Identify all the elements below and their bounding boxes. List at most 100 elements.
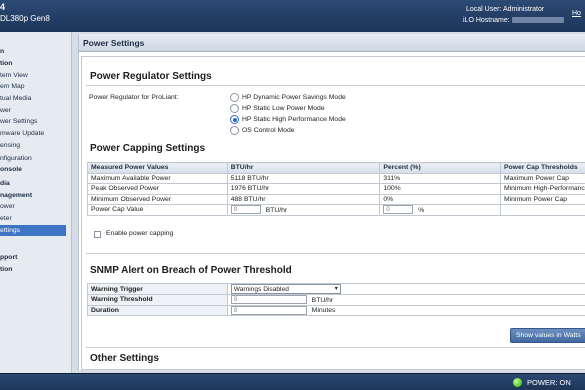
sidebar-item[interactable]: em Map: [0, 81, 66, 92]
other-section-title: Other Settings: [90, 353, 159, 364]
product-brand: 4: [0, 2, 6, 12]
regulator-option-label: OS Control Mode: [242, 127, 295, 134]
column-header: Percent (%): [379, 162, 501, 174]
regulator-option-label: HP Static Low Power Mode: [242, 105, 325, 112]
ilo-hostname-label: iLO Hostname:: [463, 17, 510, 24]
table-cell: Maximum Power Cap: [499, 172, 585, 184]
sidebar-item[interactable]: tual Media: [0, 93, 66, 104]
table-cell: Peak Observed Power: [87, 183, 228, 195]
divider: [86, 347, 585, 348]
power-status-icon: [513, 378, 522, 387]
main-panel: Power Settings Power Regulator Settings …: [78, 34, 585, 370]
table-cell: 5118 BTU/hr: [226, 172, 381, 184]
table-cell: 0 BTU/hr: [226, 204, 381, 216]
table-cell: [499, 204, 585, 216]
power-capping-table: Measured Power Values BTU/hr Percent (%)…: [87, 162, 585, 216]
sidebar-item[interactable]: mware Update: [0, 128, 66, 139]
table-cell: 100%: [379, 183, 501, 195]
regulator-radio[interactable]: [230, 126, 239, 135]
ilo-hostname-info: iLO Hostname:: [463, 17, 564, 24]
sidebar-item[interactable]: nfiguration: [0, 153, 66, 164]
sidebar-item[interactable]: ower: [0, 201, 66, 212]
table-row: Maximum Available Power 5118 BTU/hr 311% Ma…: [87, 172, 585, 184]
sidebar-item[interactable]: ettings: [0, 225, 66, 236]
sidebar-nav: n tion tem View em Map tual Media wer wer Sett…: [0, 32, 72, 373]
settings-content: Power Regulator Settings Power Regulator…: [81, 56, 585, 370]
page-titlebar: Power Settings: [79, 34, 585, 52]
warning-threshold-label: Warning Threshold: [87, 294, 228, 306]
sidebar-item[interactable]: pport: [0, 252, 66, 263]
top-header: 4 DL380p Gen8 Local User: Administrator …: [0, 0, 585, 32]
table-cell: 0 %: [379, 204, 501, 216]
sidebar-item[interactable]: tem View: [0, 70, 66, 81]
enable-capping-label: Enable power capping: [106, 230, 174, 237]
duration-label: Duration: [87, 304, 228, 316]
regulator-radio[interactable]: [230, 115, 239, 124]
sidebar-item[interactable]: tion: [0, 264, 66, 275]
server-model: DL380p Gen8: [0, 14, 50, 23]
table-cell: 311%: [379, 172, 501, 184]
divider: [86, 85, 585, 86]
power-status-text: POWER: ON: [527, 378, 571, 387]
regulator-label: Power Regulator for ProLiant:: [89, 94, 179, 101]
sidebar-item[interactable]: dia: [0, 178, 66, 189]
table-cell: 488 BTU/hr: [226, 193, 381, 205]
table-cell: 0%: [379, 193, 501, 205]
table-header-row: Measured Power Values BTU/hr Percent (%)…: [87, 162, 585, 174]
status-footer: POWER: ON: [0, 373, 585, 390]
table-cell: Minimum Observed Power: [87, 193, 228, 205]
duration-input[interactable]: 0: [230, 305, 307, 315]
threshold-unit: BTU/hr: [311, 296, 334, 304]
table-row: Duration 0 Minutes: [87, 304, 585, 316]
column-header: Power Cap Thresholds: [499, 162, 585, 174]
sidebar-item[interactable]: nagement: [0, 190, 66, 201]
table-cell: 1976 BTU/hr: [226, 183, 381, 195]
snmp-table: Warning Trigger Warnings Disabled ▾ Warn…: [87, 283, 585, 316]
sidebar-item[interactable]: onsole: [0, 164, 66, 175]
local-user-label: Local User:: [466, 6, 502, 13]
cap-value-btu-input[interactable]: 0: [230, 205, 261, 215]
btu-unit: BTU/hr: [265, 206, 288, 214]
duration-unit: Minutes: [311, 307, 336, 315]
warning-threshold-input[interactable]: 0: [230, 295, 307, 305]
table-cell: Maximum Available Power: [87, 172, 228, 184]
warning-trigger-value: Warnings Disabled: [233, 286, 289, 293]
enable-capping-checkbox[interactable]: [94, 231, 101, 238]
table-cell: Minimum Power Cap: [499, 193, 585, 205]
regulator-option-label: HP Static High Performance Mode: [242, 116, 346, 123]
table-cell: 0 Minutes: [226, 304, 585, 316]
sidebar-item[interactable]: ensing: [0, 140, 66, 151]
table-cell: Power Cap Value: [87, 204, 228, 216]
capping-section-title: Power Capping Settings: [90, 143, 206, 154]
power-cap-value-row: Power Cap Value 0 BTU/hr 0 %: [87, 204, 585, 216]
sidebar-item[interactable]: wer: [0, 105, 66, 116]
warning-trigger-select[interactable]: Warnings Disabled ▾: [230, 284, 341, 294]
regulator-section-title: Power Regulator Settings: [90, 71, 212, 82]
sidebar-item[interactable]: n: [0, 46, 66, 57]
divider: [86, 253, 585, 254]
sidebar-item[interactable]: wer Settings: [0, 116, 66, 127]
ilo-hostname-value: [511, 17, 564, 24]
local-user-value: Administrator: [502, 6, 545, 13]
table-row: Warning Trigger Warnings Disabled ▾: [87, 283, 585, 295]
table-row: Minimum Observed Power 488 BTU/hr 0% Minimu…: [87, 193, 585, 205]
column-header: Measured Power Values: [87, 162, 228, 174]
page-title: Power Settings: [83, 38, 145, 48]
home-link[interactable]: Ho: [572, 10, 581, 17]
cap-value-pct-input[interactable]: 0: [383, 205, 414, 215]
show-watts-button[interactable]: Show values in Watts: [510, 328, 585, 343]
table-row: Peak Observed Power 1976 BTU/hr 100% Minimu…: [87, 183, 585, 195]
regulator-option-label: HP Dynamic Power Savings Mode: [242, 94, 346, 101]
regulator-radio[interactable]: [230, 104, 239, 113]
table-cell: 0 BTU/hr: [226, 294, 585, 306]
sidebar-item[interactable]: tion: [0, 58, 66, 69]
snmp-section-title: SNMP Alert on Breach of Power Threshold: [90, 265, 292, 276]
table-row: Warning Threshold 0 BTU/hr: [87, 294, 585, 306]
table-cell: Minimum High-Performance: [499, 183, 585, 195]
sidebar-item[interactable]: eter: [0, 213, 66, 224]
regulator-radio[interactable]: [230, 93, 239, 102]
column-header: BTU/hr: [226, 162, 381, 174]
local-user-info: Local User: Administrator: [466, 6, 544, 13]
pct-unit: %: [418, 206, 425, 214]
warning-trigger-label: Warning Trigger: [87, 283, 228, 295]
